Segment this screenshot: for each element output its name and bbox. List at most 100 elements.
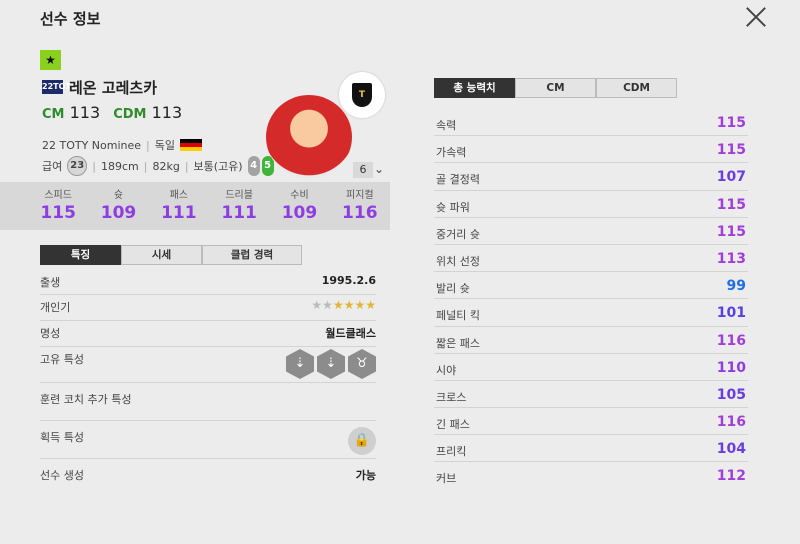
position-label: CM — [42, 107, 65, 122]
ability-value: 116 — [716, 332, 746, 349]
club-crest-icon: T — [352, 83, 372, 107]
stat-label: 피지컬 — [346, 190, 374, 201]
info-label: 명성 — [40, 327, 61, 340]
tab-overall-ability[interactable]: 총 능력치 — [434, 78, 515, 98]
nationality: 독일 — [154, 139, 176, 152]
info-row-create: 선수 생성 가능 — [40, 459, 376, 485]
ability-value: 112 — [716, 468, 746, 485]
ability-row: 긴 패스 116 — [434, 408, 748, 436]
ability-value: 104 — [716, 441, 746, 458]
ability-label: 슛 파워 — [436, 200, 470, 214]
ability-tabs: 총 능력치 CM CDM — [434, 78, 677, 98]
position-label: CDM — [113, 107, 147, 122]
club-logo: T — [339, 72, 385, 118]
ability-label: 짧은 패스 — [436, 336, 480, 350]
ability-label: 위치 선정 — [436, 254, 480, 268]
ability-row: 발리 슛 99 — [434, 272, 748, 300]
separator: | — [143, 159, 148, 173]
ability-value: 110 — [716, 359, 746, 376]
tab-market-price[interactable]: 시세 — [121, 245, 202, 265]
ability-label: 프리킥 — [436, 445, 467, 459]
player-name: 레온 고레츠카 — [69, 79, 158, 97]
weight: 82kg — [152, 159, 180, 173]
ability-row: 중거리 슛 115 — [434, 218, 748, 245]
ability-row: 프리킥 104 — [434, 435, 748, 463]
left-tabs: 특징 시세 클럽 경력 — [40, 245, 302, 265]
tab-cdm[interactable]: CDM — [596, 78, 677, 98]
chevron-down-icon[interactable]: ⌄ — [374, 162, 386, 176]
ability-row: 시야 110 — [434, 354, 748, 381]
tab-club-career[interactable]: 클럽 경력 — [202, 245, 302, 265]
info-label: 훈련 코치 추가 특성 — [40, 393, 132, 406]
stat-value: 109 — [281, 203, 318, 223]
ability-row: 가속력 115 — [434, 136, 748, 164]
ability-row: 커브 112 — [434, 462, 748, 489]
ability-list: 속력 115 가속력 115 골 결정력 107 슛 파워 115 중거리 슛 115 위… — [434, 109, 748, 490]
stat-label: 패스 — [169, 190, 189, 201]
skill-stars: ★★★★★★ — [311, 298, 376, 312]
ability-label: 중거리 슛 — [436, 227, 480, 241]
star-icon: ★ — [40, 50, 61, 70]
weak-foot: 4 — [247, 156, 260, 176]
position-ratings: CM 113 CDM 113 — [42, 103, 190, 122]
stat-label: 드리블 — [225, 190, 253, 201]
info-row-skill: 개인기 ★★★★★★ — [40, 295, 376, 321]
trait-icon[interactable]: ⇣ — [317, 349, 345, 379]
separator: | — [146, 138, 150, 152]
stat-label: 수비 — [290, 190, 309, 201]
trait-icon[interactable]: ⇣ — [286, 349, 314, 379]
body-type: 보통(고유) — [193, 160, 243, 173]
stat-defending: 수비 109 — [269, 182, 329, 230]
info-label: 획득 특성 — [40, 431, 84, 444]
position-ovr: 113 — [69, 103, 101, 122]
tab-cm[interactable]: CM — [515, 78, 596, 98]
info-label: 개인기 — [40, 301, 71, 314]
ability-row: 페널티 킥 101 — [434, 299, 748, 327]
ability-label: 발리 슛 — [436, 282, 470, 296]
info-row-birth: 출생 1995.2.6 — [40, 270, 376, 295]
stat-speed: 스피드 115 — [28, 182, 88, 230]
stat-label: 스피드 — [44, 190, 72, 201]
stat-value: 109 — [100, 203, 137, 223]
create-value: 가능 — [355, 469, 376, 482]
birth-date: 1995.2.6 — [321, 274, 376, 287]
ability-value: 101 — [716, 305, 746, 322]
info-row-coach: 훈련 코치 추가 특성 — [40, 383, 376, 421]
separator: | — [92, 159, 96, 173]
season-badge: 22TOTY — [42, 80, 77, 94]
player-meta-line: 22 TOTY Nominee | 독일 — [42, 137, 203, 153]
stat-label: 슛 — [113, 190, 124, 201]
ability-label: 골 결정력 — [436, 173, 480, 187]
enhance-level: 6 — [353, 162, 373, 178]
tab-features[interactable]: 특징 — [40, 245, 121, 265]
page-title: 선수 정보 — [40, 10, 101, 28]
ability-label: 속력 — [436, 119, 457, 132]
ability-value: 116 — [716, 414, 746, 431]
stat-physical: 피지컬 116 — [330, 182, 390, 230]
height: 189cm — [100, 159, 139, 173]
info-label: 고유 특성 — [40, 353, 84, 366]
stat-value: 111 — [221, 203, 257, 223]
fame-value: 월드클래스 — [325, 327, 376, 340]
stat-passing: 패스 111 — [149, 182, 209, 230]
separator: | — [184, 159, 189, 173]
ability-value: 115 — [716, 142, 746, 159]
trait-icons: ⇣ ⇣ ♉ — [283, 349, 376, 379]
ability-value: 115 — [716, 223, 746, 240]
ability-value: 99 — [726, 278, 746, 295]
stat-shooting: 슛 109 — [88, 182, 148, 230]
ability-row: 짧은 패스 116 — [434, 327, 748, 354]
close-icon[interactable] — [744, 4, 768, 28]
info-label: 출생 — [40, 276, 61, 289]
ability-label: 긴 패스 — [436, 418, 470, 432]
info-row-fame: 명성 월드클래스 — [40, 321, 376, 347]
info-row-acquired: 획득 특성 🔒 — [40, 421, 376, 459]
ability-value: 115 — [716, 115, 746, 131]
ability-value: 113 — [716, 250, 746, 267]
germany-flag-icon — [180, 139, 203, 151]
stat-value: 111 — [161, 203, 197, 223]
trait-icon[interactable]: ♉ — [348, 349, 376, 379]
player-body-line: 급여 23 | 189cm | 82kg | 보통(고유) 4 5 — [42, 156, 274, 176]
player-info-list: 출생 1995.2.6 개인기 ★★★★★★ 명성 월드클래스 고유 특성 ⇣ ⇣… — [40, 270, 376, 485]
ability-label: 페널티 킥 — [436, 309, 480, 323]
